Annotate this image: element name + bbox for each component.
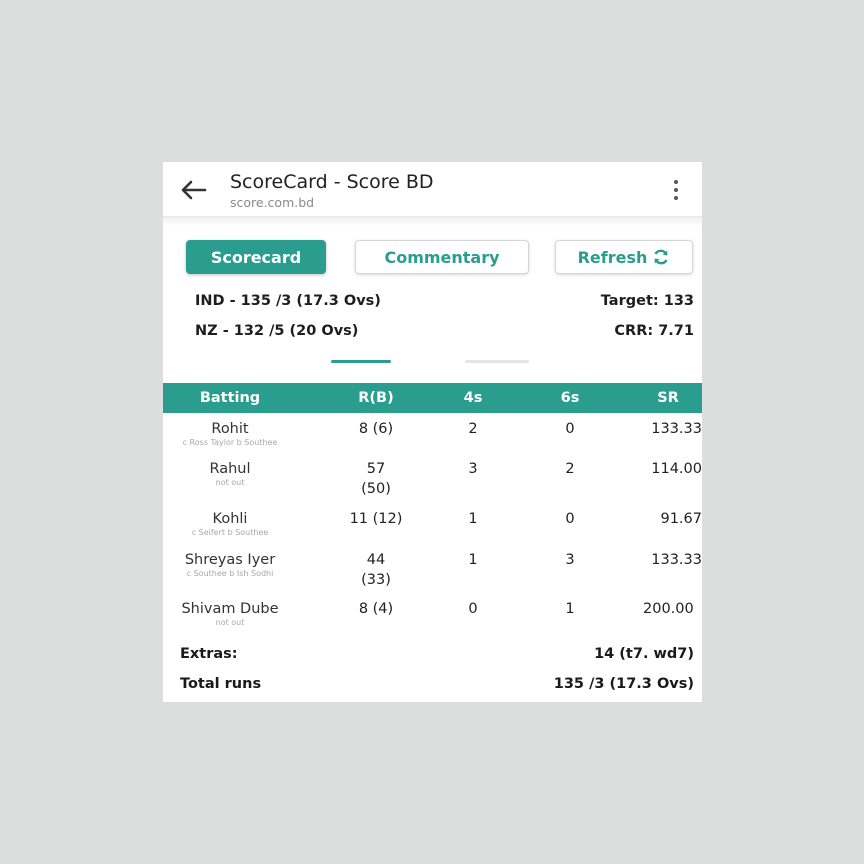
toolbar-shadow	[163, 218, 702, 226]
page-indicator-inactive[interactable]	[465, 360, 529, 363]
player-strike-rate: 200.00	[643, 601, 694, 617]
player-sixes: 2	[565, 461, 575, 477]
refresh-button-label: Refresh	[577, 247, 648, 267]
player-balls: (50)	[361, 481, 391, 497]
player-dismissal: c Southee b Ish Sodhi	[186, 569, 274, 578]
player-fours: 2	[468, 421, 478, 437]
batting-table-header: Batting R(B) 4s 6s SR	[163, 383, 702, 413]
player-runs: 57	[366, 461, 386, 477]
table-row: Shivam Dube not out 8 (4) 0 1 200.00	[163, 599, 702, 639]
player-dismissal: c Seifert b Southee	[191, 528, 269, 537]
total-runs-value: 135 /3 (17.3 Ovs)	[553, 676, 694, 692]
table-row: Rahul not out 57 (50) 3 2 114.00	[163, 459, 702, 509]
player-sixes: 0	[565, 421, 575, 437]
player-fours: 0	[468, 601, 478, 617]
player-strike-rate: 133.33	[651, 421, 702, 437]
column-header-batting: Batting	[199, 390, 261, 406]
back-arrow-icon[interactable]	[177, 176, 209, 204]
browser-toolbar: ScoreCard - Score BD score.com.bd	[163, 162, 702, 218]
player-name: Shreyas Iyer	[184, 552, 276, 568]
refresh-button[interactable]: Refresh	[555, 240, 693, 274]
scorecard-button[interactable]: Scorecard	[186, 240, 326, 274]
page-url: score.com.bd	[230, 195, 315, 210]
refresh-icon	[654, 249, 669, 265]
column-header-strike-rate: SR	[657, 390, 679, 406]
player-name: Rahul	[209, 461, 251, 477]
extras-label: Extras:	[180, 646, 238, 662]
commentary-button-label: Commentary	[384, 247, 500, 267]
player-fours: 1	[468, 552, 478, 568]
player-name: Rohit	[211, 421, 249, 437]
player-runs: 8 (4)	[358, 601, 394, 617]
player-dismissal: c Ross Taylor b Southee	[182, 438, 278, 447]
player-runs: 8 (6)	[358, 421, 394, 437]
player-fours: 1	[468, 511, 478, 527]
target-label: Target: 133	[600, 293, 694, 309]
total-runs-label: Total runs	[180, 676, 262, 692]
player-sixes: 0	[565, 511, 575, 527]
extras-value: 14 (t7. wd7)	[594, 646, 694, 662]
column-header-runs-balls: R(B)	[358, 390, 394, 406]
player-dismissal: not out	[215, 478, 245, 487]
column-header-fours: 4s	[463, 390, 483, 406]
table-row: Shreyas Iyer c Southee b Ish Sodhi 44 (3…	[163, 550, 702, 600]
player-strike-rate: 133.33	[651, 552, 702, 568]
more-options-icon[interactable]	[668, 178, 684, 202]
player-balls: (33)	[361, 572, 391, 588]
app-screen: ScoreCard - Score BD score.com.bd Scorec…	[163, 162, 702, 702]
page-title: ScoreCard - Score BD	[230, 171, 434, 193]
player-name: Kohli	[212, 511, 248, 527]
player-name: Shivam Dube	[181, 601, 279, 617]
player-sixes: 1	[565, 601, 575, 617]
table-row: Kohli c Seifert b Southee 11 (12) 1 0 91…	[163, 509, 702, 549]
player-strike-rate: 114.00	[651, 461, 702, 477]
player-runs: 11 (12)	[349, 511, 403, 527]
player-strike-rate: 91.67	[660, 511, 702, 527]
player-sixes: 3	[565, 552, 575, 568]
player-fours: 3	[468, 461, 478, 477]
scorecard-button-label: Scorecard	[210, 247, 302, 267]
player-dismissal: not out	[215, 618, 245, 627]
crr-label: CRR: 7.71	[614, 323, 694, 339]
team-nz-score: NZ - 132 /5 (20 Ovs)	[195, 323, 359, 339]
commentary-button[interactable]: Commentary	[355, 240, 529, 274]
table-row: Rohit c Ross Taylor b Southee 8 (6) 2 0 …	[163, 419, 702, 459]
team-ind-score: IND - 135 /3 (17.3 Ovs)	[195, 293, 381, 309]
player-runs: 44	[366, 552, 386, 568]
page-indicator-active[interactable]	[331, 360, 391, 363]
column-header-sixes: 6s	[560, 390, 580, 406]
